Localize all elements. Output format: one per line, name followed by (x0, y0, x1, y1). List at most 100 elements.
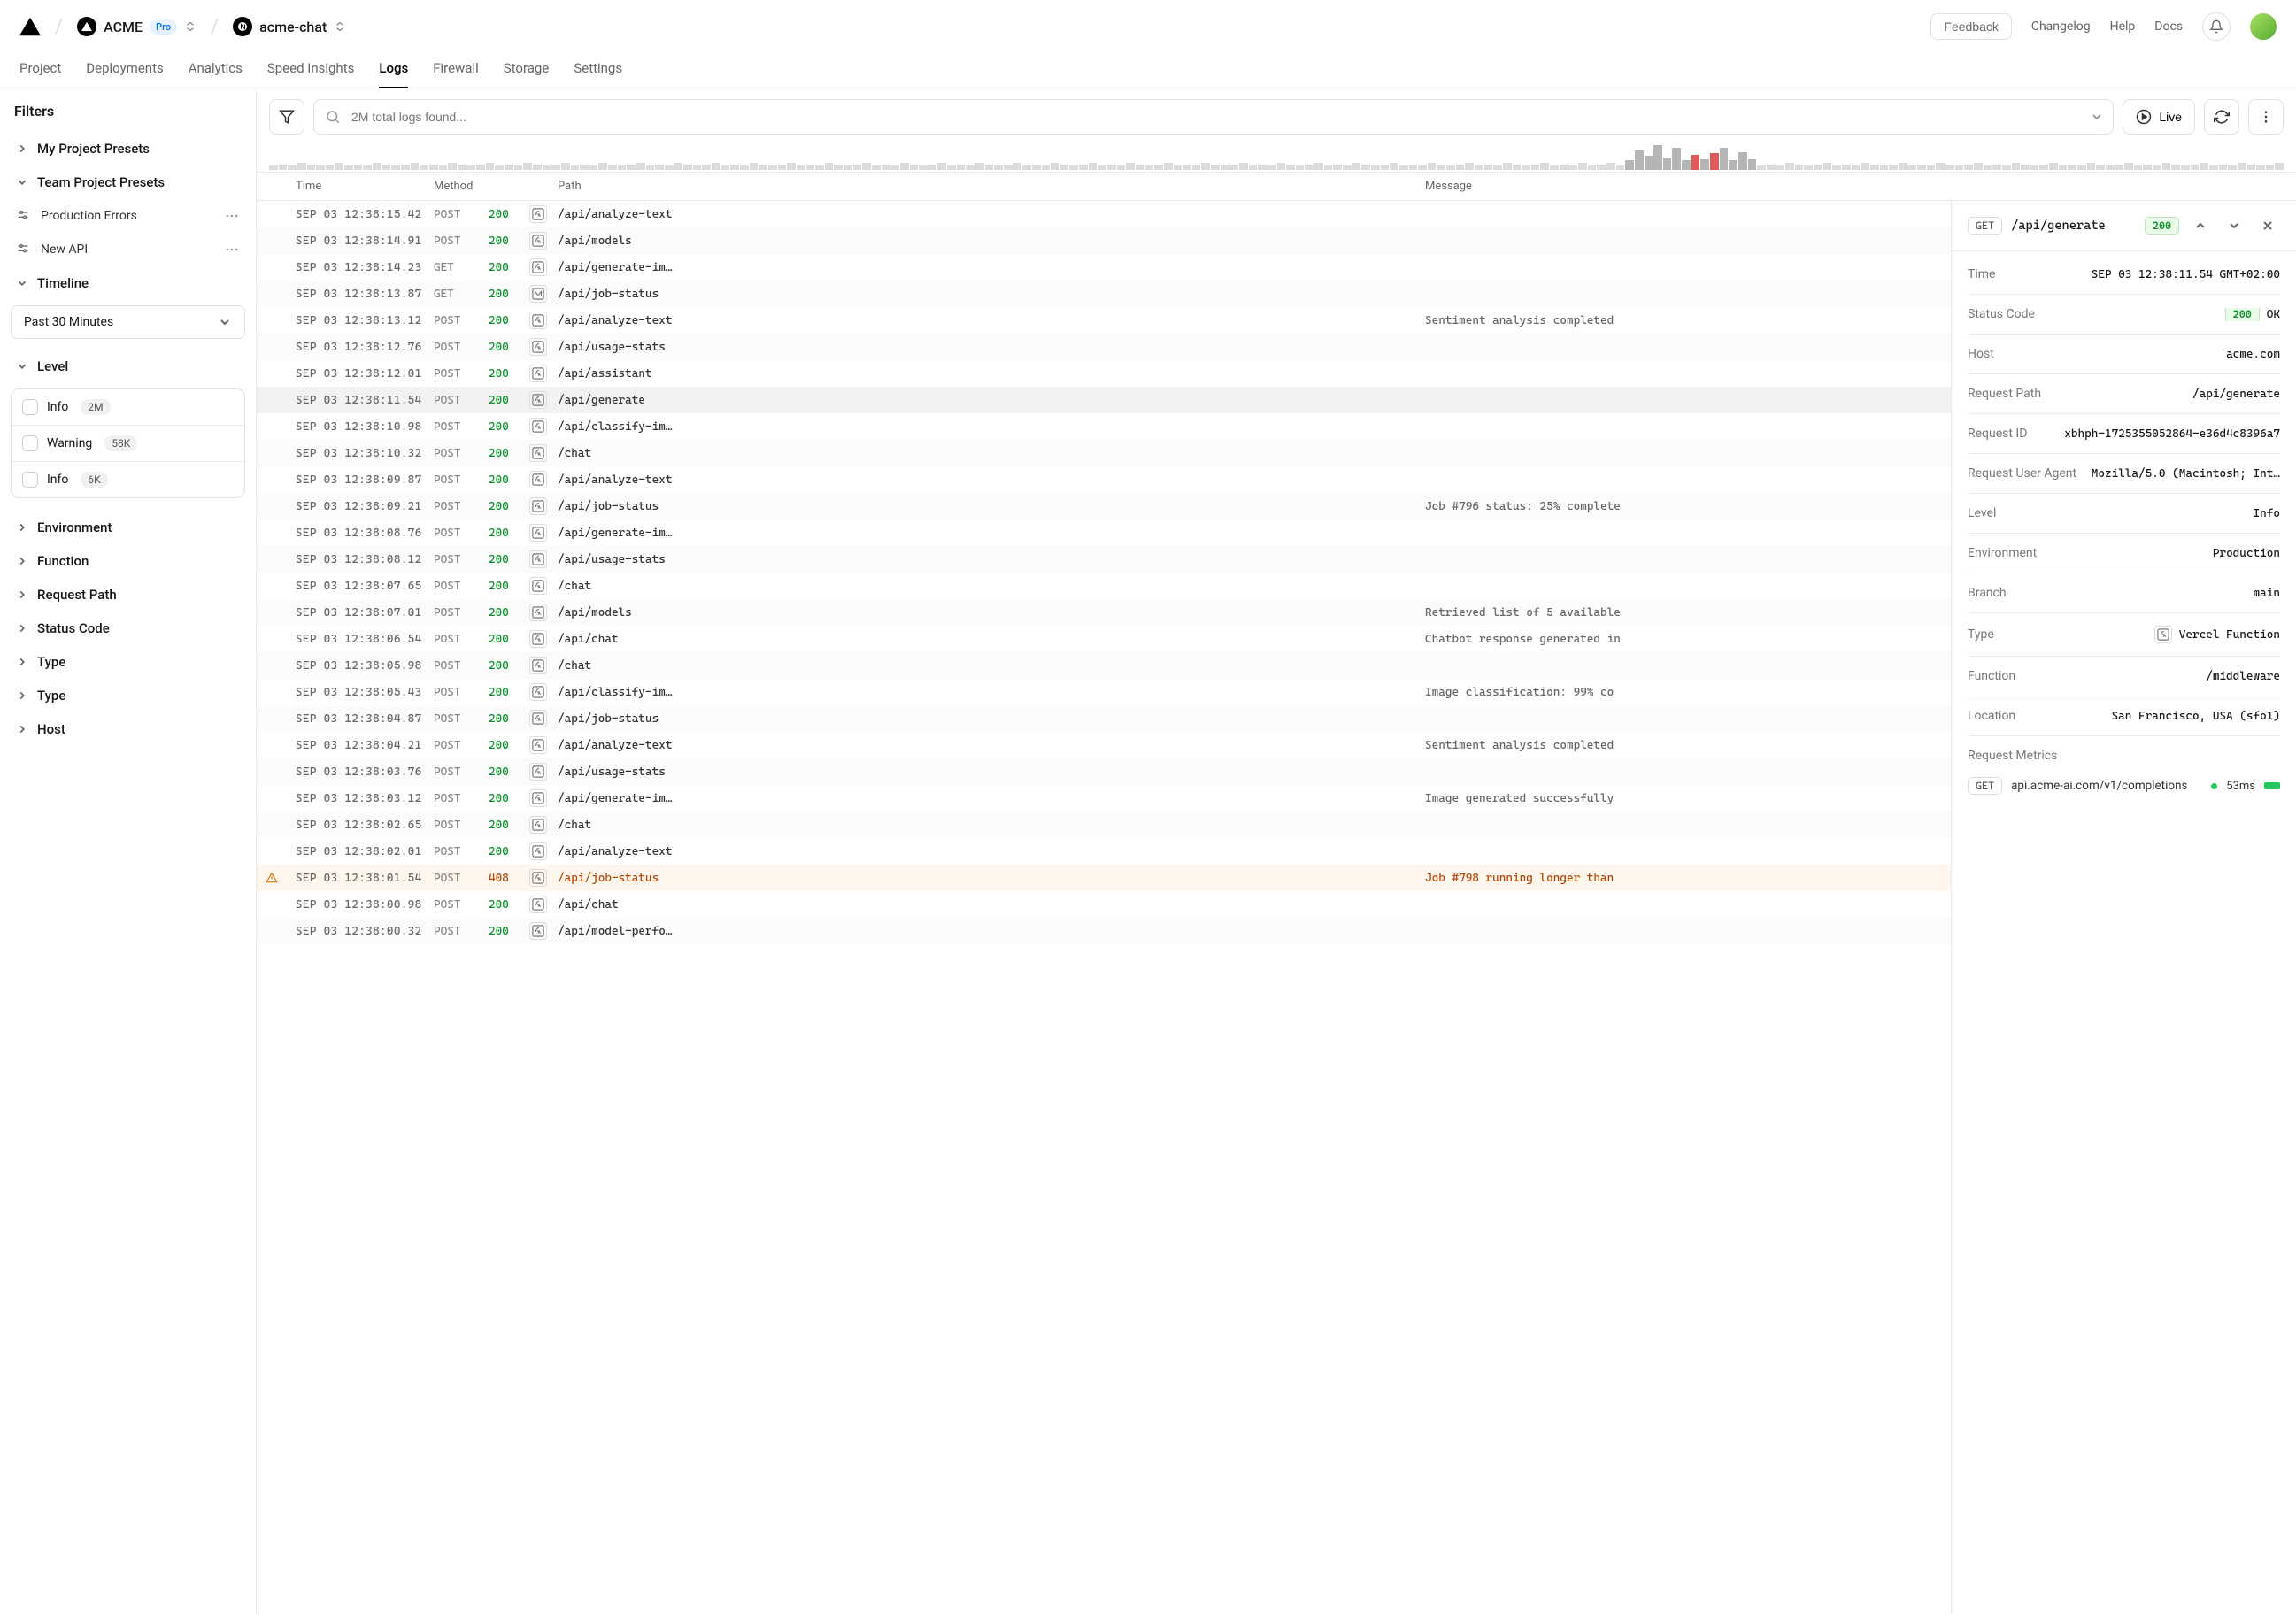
histo-bar[interactable] (1192, 165, 1201, 170)
histo-bar[interactable] (787, 163, 796, 170)
histo-bar[interactable] (288, 165, 297, 170)
histo-bar[interactable] (1899, 163, 1907, 170)
histo-bar[interactable] (2191, 165, 2200, 170)
histo-bar[interactable] (1757, 165, 1766, 170)
histo-bar[interactable] (1682, 160, 1691, 170)
histo-bar[interactable] (1314, 163, 1323, 170)
subnav-deployments[interactable]: Deployments (86, 50, 163, 88)
histo-bar[interactable] (1446, 165, 1455, 170)
histo-bar[interactable] (363, 165, 372, 170)
notifications-button[interactable] (2202, 12, 2231, 41)
histo-bar[interactable] (2106, 165, 2115, 170)
search-wrap[interactable] (313, 99, 2114, 135)
histo-bar[interactable] (683, 165, 692, 170)
histo-bar[interactable] (1955, 165, 1964, 170)
subnav-speed-insights[interactable]: Speed Insights (267, 50, 355, 88)
histo-bar[interactable] (1211, 165, 1220, 170)
histo-bar[interactable] (1776, 165, 1785, 170)
histo-bar[interactable] (1540, 163, 1549, 170)
histo-bar[interactable] (2153, 165, 2161, 170)
histo-bar[interactable] (928, 165, 937, 170)
preset-item[interactable]: New API (11, 233, 245, 266)
histo-bar[interactable] (589, 165, 598, 170)
histo-bar[interactable] (1880, 165, 1889, 170)
histo-bar[interactable] (1296, 165, 1305, 170)
histo-bar[interactable] (1154, 165, 1163, 170)
histo-bar[interactable] (1286, 165, 1295, 170)
refresh-button[interactable] (2204, 99, 2239, 135)
histo-bar[interactable] (693, 165, 702, 170)
histo-bar[interactable] (937, 163, 946, 170)
section-request-path[interactable]: Request Path (11, 578, 245, 612)
histo-bar[interactable] (1060, 165, 1069, 170)
histo-bar[interactable] (2200, 163, 2208, 170)
histo-bar[interactable] (297, 163, 306, 170)
histo-bar[interactable] (1522, 165, 1530, 170)
histo-bar[interactable] (1361, 165, 1370, 170)
histo-bar[interactable] (2266, 165, 2275, 170)
histo-bar[interactable] (571, 165, 580, 170)
histo-bar[interactable] (1324, 165, 1333, 170)
level-row[interactable]: Info 6K (12, 462, 244, 497)
histo-bar[interactable] (1475, 165, 1483, 170)
histo-bar[interactable] (1767, 165, 1776, 170)
histo-bar[interactable] (382, 165, 391, 170)
histo-bar[interactable] (740, 165, 749, 170)
histo-bar[interactable] (1381, 165, 1390, 170)
histo-bar[interactable] (1927, 165, 1936, 170)
section-type[interactable]: Type (11, 679, 245, 712)
histo-bar[interactable] (1418, 165, 1427, 170)
histo-bar[interactable] (1022, 165, 1031, 170)
histo-bar[interactable] (2171, 165, 2180, 170)
histo-bar[interactable] (439, 165, 448, 170)
checkbox[interactable] (22, 435, 38, 451)
histo-bar[interactable] (636, 163, 645, 170)
histo-bar[interactable] (966, 165, 975, 170)
histo-bar[interactable] (1267, 165, 1276, 170)
histo-bar[interactable] (1710, 153, 1719, 170)
histo-bar[interactable] (1098, 165, 1106, 170)
histo-bar[interactable] (354, 165, 363, 170)
histo-bar[interactable] (2068, 165, 2076, 170)
histo-bar[interactable] (2059, 165, 2068, 170)
histo-bar[interactable] (608, 165, 617, 170)
histo-bar[interactable] (1663, 158, 1672, 170)
histo-bar[interactable] (1136, 165, 1144, 170)
histo-bar[interactable] (1550, 165, 1559, 170)
histo-bar[interactable] (806, 165, 815, 170)
histo-bar[interactable] (1870, 165, 1879, 170)
histo-bar[interactable] (523, 163, 532, 170)
histo-bar[interactable] (420, 165, 428, 170)
histo-bar[interactable] (1069, 165, 1078, 170)
section-my-presets[interactable]: My Project Presets (11, 132, 245, 165)
histo-bar[interactable] (1635, 150, 1644, 170)
histo-bar[interactable] (2219, 165, 2228, 170)
histo-bar[interactable] (2077, 165, 2086, 170)
histo-bar[interactable] (1861, 163, 1869, 170)
histo-bar[interactable] (862, 163, 871, 170)
histo-bar[interactable] (1484, 165, 1493, 170)
histo-bar[interactable] (618, 165, 627, 170)
histo-bar[interactable] (1625, 160, 1634, 170)
histo-bar[interactable] (514, 165, 523, 170)
histo-bar[interactable] (985, 165, 994, 170)
histo-bar[interactable] (2124, 163, 2133, 170)
histo-bar[interactable] (1428, 163, 1437, 170)
histo-bar[interactable] (1560, 165, 1568, 170)
subnav-storage[interactable]: Storage (504, 50, 550, 88)
histo-bar[interactable] (2002, 165, 2011, 170)
histo-bar[interactable] (1352, 163, 1361, 170)
histo-bar[interactable] (1013, 163, 1022, 170)
histo-bar[interactable] (1597, 165, 1606, 170)
section-timeline[interactable]: Timeline (11, 266, 245, 300)
section-environment[interactable]: Environment (11, 511, 245, 544)
histo-bar[interactable] (957, 165, 966, 170)
histo-bar[interactable] (1164, 163, 1173, 170)
histo-bar[interactable] (2247, 165, 2256, 170)
histogram[interactable] (257, 145, 2296, 172)
section-team-presets[interactable]: Team Project Presets (11, 165, 245, 199)
subnav-analytics[interactable]: Analytics (189, 50, 243, 88)
histo-bar[interactable] (1936, 163, 1945, 170)
histo-bar[interactable] (900, 163, 909, 170)
histo-bar[interactable] (1004, 165, 1013, 170)
